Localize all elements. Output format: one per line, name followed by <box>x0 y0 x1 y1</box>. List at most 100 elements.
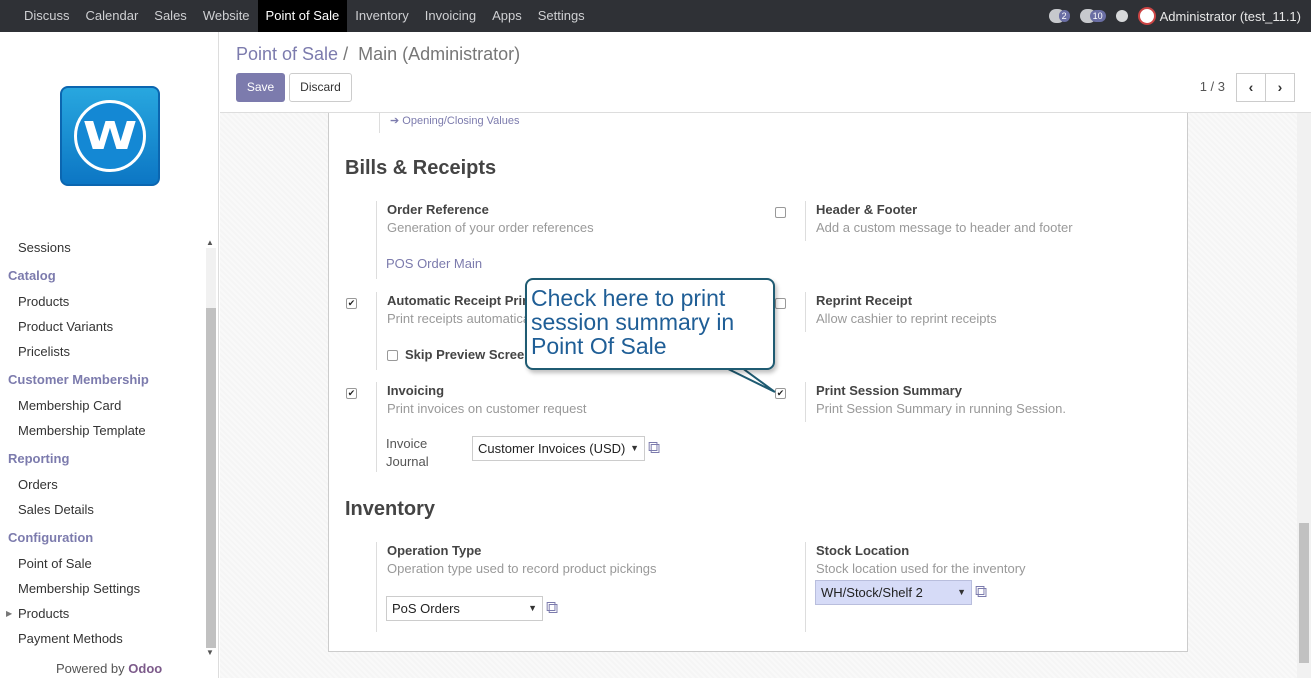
chevron-right-icon: › <box>1277 79 1283 95</box>
odoo-link[interactable]: Odoo <box>128 661 162 676</box>
scroll-up-icon[interactable]: ▲ <box>206 238 214 247</box>
avatar <box>1137 7 1156 25</box>
sidebar-label: Orders <box>18 477 58 492</box>
opening-closing-link[interactable]: ➔ Opening/Closing Values <box>379 113 519 133</box>
user-menu[interactable]: Administrator (test_11.1) <box>1137 7 1301 25</box>
header-footer-checkbox[interactable] <box>775 207 786 218</box>
company-logo: W <box>60 86 160 186</box>
operation-type-desc: Operation type used to record product pi… <box>387 561 657 576</box>
messages-icon[interactable]: 10 <box>1079 9 1106 23</box>
header-footer-title: Header & Footer <box>816 202 918 217</box>
sidebar-item-point-of-sale[interactable]: Point of Sale <box>0 551 204 576</box>
chat-icon[interactable]: 2 <box>1048 9 1070 23</box>
setting-session-summary: Print Session Summary Print Session Summ… <box>805 382 1066 422</box>
sidebar: W Sessions Catalog Products Product Variant… <box>0 32 219 678</box>
sidebar-label: Membership Settings <box>18 581 141 596</box>
invoicing-checkbox[interactable]: ✔ <box>346 388 357 399</box>
external-link-icon[interactable]: ⧉ <box>975 583 993 601</box>
menu-item-invoicing[interactable]: Invoicing <box>417 0 484 32</box>
arrow-right-icon: ➔ <box>390 115 400 127</box>
sidebar-label: Membership Template <box>18 423 146 438</box>
chevron-left-icon: ‹ <box>1248 79 1254 95</box>
sidebar-item-membership-card[interactable]: Membership Card <box>0 393 204 418</box>
menu-item-inventory[interactable]: Inventory <box>347 0 416 32</box>
header-footer-desc: Add a custom message to header and foote… <box>816 220 1073 235</box>
sidebar-label: Customer Membership <box>8 372 149 387</box>
caret-down-icon: ▼ <box>957 587 966 597</box>
auto-receipt-desc: Print receipts automatica <box>387 311 531 326</box>
sidebar-section-reporting: Reporting <box>0 443 204 472</box>
sidebar-item-sales-details[interactable]: Sales Details <box>0 497 204 522</box>
sidebar-section-catalog: Catalog <box>0 260 204 289</box>
menu-item-point-of-sale[interactable]: Point of Sale <box>257 0 348 32</box>
stock-location-title: Stock Location <box>816 543 910 558</box>
sidebar-item-pricelists[interactable]: Pricelists <box>0 339 204 364</box>
operation-type-select[interactable]: PoS Orders ▼ <box>386 596 543 621</box>
sidebar-label: Product Variants <box>18 319 114 334</box>
sidebar-menu: Sessions Catalog Products Product Variants P… <box>0 235 204 651</box>
skip-preview-checkbox[interactable] <box>387 350 398 361</box>
pager-value[interactable]: 1 / 3 <box>1200 79 1225 94</box>
sidebar-item-orders[interactable]: Orders <box>0 472 204 497</box>
scroll-down-icon[interactable]: ▼ <box>206 648 214 657</box>
sidebar-scrollbar[interactable]: ▲ ▼ <box>204 238 218 658</box>
menu-item-website[interactable]: Website <box>195 0 258 32</box>
stock-location-value: WH/Stock/Shelf 2 <box>821 585 923 600</box>
pager-previous-button[interactable]: ‹ <box>1236 73 1266 102</box>
external-link-icon[interactable]: ⧉ <box>648 439 666 457</box>
invoice-journal-value: Customer Invoices (USD) <box>478 441 626 456</box>
section-title-inventory: Inventory <box>345 498 436 520</box>
main-menu: Discuss Calendar Sales Website Point of Sale… <box>0 0 593 32</box>
sidebar-label: Point of Sale <box>18 556 92 571</box>
sidebar-section-configuration: Configuration <box>0 522 204 551</box>
sidebar-label: Catalog <box>8 268 56 283</box>
sidebar-label: Reporting <box>8 451 70 466</box>
invoice-journal-select[interactable]: Customer Invoices (USD) ▼ <box>472 436 645 461</box>
menu-item-discuss[interactable]: Discuss <box>0 0 78 32</box>
sidebar-item-products[interactable]: ▶ Products <box>0 601 204 626</box>
caret-right-icon: ▶ <box>6 609 13 618</box>
order-sequence-link[interactable]: POS Order Main <box>386 256 482 271</box>
reprint-desc: Allow cashier to reprint receipts <box>816 311 997 326</box>
auto-receipt-checkbox[interactable]: ✔ <box>346 298 357 309</box>
powered-prefix: Powered by <box>56 661 125 676</box>
setting-header-footer: Header & Footer Add a custom message to … <box>805 201 1073 241</box>
menu-item-calendar[interactable]: Calendar <box>78 0 147 32</box>
reprint-checkbox[interactable] <box>775 298 786 309</box>
control-panel: Point of Sale / Main (Administrator) Sav… <box>220 32 1311 113</box>
sidebar-item-product-variants[interactable]: Product Variants <box>0 314 204 339</box>
invoice-journal-label-1: Invoice <box>386 436 428 451</box>
section-title-bills: Bills & Receipts <box>345 157 497 179</box>
sidebar-item-membership-settings[interactable]: Membership Settings <box>0 576 204 601</box>
stock-location-select[interactable]: WH/Stock/Shelf 2 ▼ <box>815 580 972 605</box>
order-reference-title: Order Reference <box>387 202 489 217</box>
user-name: Administrator (test_11.1) <box>1159 8 1301 24</box>
discard-button[interactable]: Discard <box>289 73 352 102</box>
sidebar-item-membership-template[interactable]: Membership Template <box>0 418 204 443</box>
sidebar-label: Membership Card <box>18 398 122 413</box>
session-summary-desc: Print Session Summary in running Session… <box>816 401 1067 416</box>
logo-letter: W <box>82 114 138 158</box>
external-link-icon[interactable]: ⧉ <box>546 599 564 617</box>
sidebar-item-products[interactable]: Products <box>0 289 204 314</box>
menu-item-settings[interactable]: Settings <box>530 0 593 32</box>
save-button[interactable]: Save <box>236 73 285 102</box>
callout-line-3: Point Of Sale <box>531 333 667 359</box>
menu-item-apps[interactable]: Apps <box>484 0 530 32</box>
powered-by: Powered by Odoo <box>56 661 162 676</box>
debug-icon[interactable] <box>1115 10 1128 22</box>
operation-type-value: PoS Orders <box>392 601 460 616</box>
pager-next-button[interactable]: › <box>1265 73 1295 102</box>
breadcrumb-parent[interactable]: Point of Sale <box>236 44 338 64</box>
sidebar-label: Configuration <box>8 530 94 545</box>
menu-item-sales[interactable]: Sales <box>146 0 195 32</box>
content-scrollbar[interactable] <box>1297 113 1311 678</box>
sidebar-item-sessions[interactable]: Sessions <box>0 235 204 260</box>
callout-pointer <box>719 365 776 393</box>
skip-preview-label: Skip Preview Scree <box>405 347 525 362</box>
session-summary-title: Print Session Summary <box>816 383 962 398</box>
sidebar-section-customer-membership: Customer Membership <box>0 364 204 393</box>
caret-down-icon: ▼ <box>630 443 639 453</box>
invoicing-title: Invoicing <box>387 383 445 398</box>
sidebar-item-payment-methods[interactable]: Payment Methods <box>0 626 204 651</box>
